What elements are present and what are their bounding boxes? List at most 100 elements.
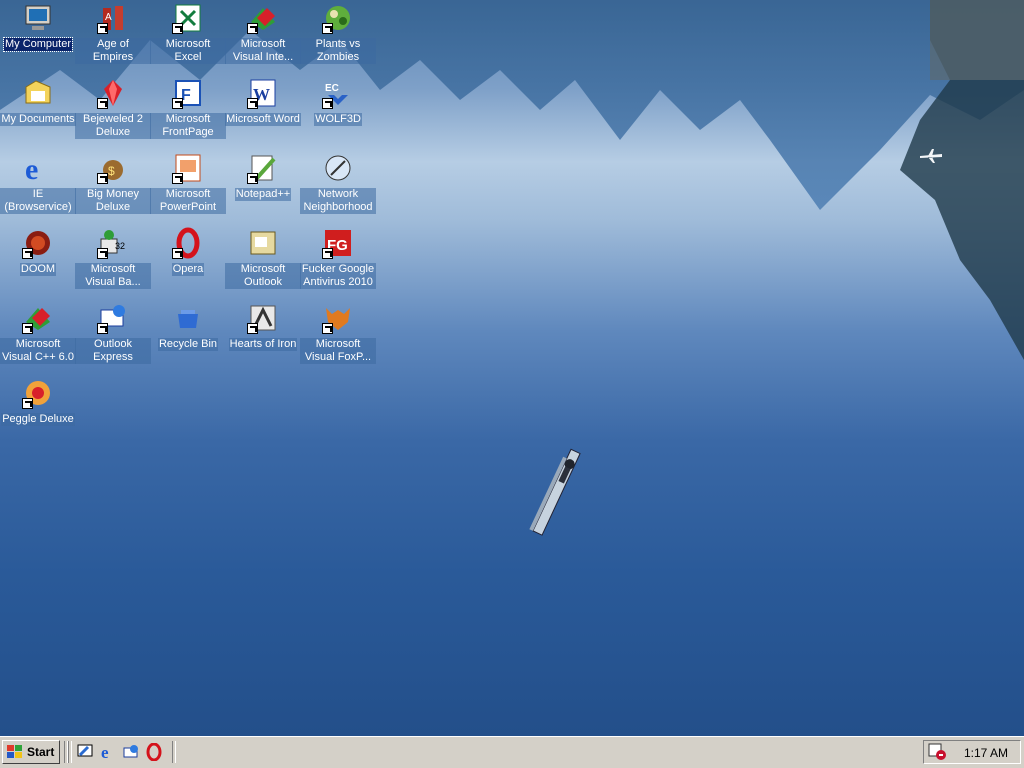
desktop-icon-label: Opera — [171, 263, 205, 276]
svg-text:EC: EC — [325, 83, 339, 94]
outlook-express-icon[interactable] — [122, 743, 140, 761]
svg-text:A: A — [105, 12, 112, 23]
internet-explorer-icon: e — [22, 152, 54, 184]
desktop-icon-age-of-empires[interactable]: A Age of Empires — [75, 2, 151, 65]
desktop[interactable]: My Computer A Age of Empires Microsoft Exce… — [0, 0, 1024, 736]
shortcut-arrow-icon — [322, 23, 333, 34]
opera-icon[interactable] — [145, 743, 163, 761]
word-icon: W — [247, 77, 279, 109]
desktop-icon-label: Microsoft Outlook — [225, 263, 301, 289]
desktop-icon-label: Peggle Deluxe — [1, 413, 75, 426]
peggle-icon — [22, 377, 54, 409]
desktop-icon-visual-interdev[interactable]: Microsoft Visual Inte... — [225, 2, 301, 65]
desktop-icon-visual-basic[interactable]: 32 Microsoft Visual Ba... — [75, 227, 151, 290]
desktop-icon-outlook-express[interactable]: Outlook Express — [75, 302, 151, 365]
taskbar-separator — [68, 741, 72, 763]
desktop-icon-visual-cpp[interactable]: Microsoft Visual C++ 6.0 — [0, 302, 76, 365]
desktop-icon-doom[interactable]: DOOM — [0, 227, 76, 277]
visual-basic-icon: 32 — [97, 227, 129, 259]
desktop-icon-peggle[interactable]: Peggle Deluxe — [0, 377, 76, 427]
shortcut-arrow-icon — [172, 173, 183, 184]
svg-text:32: 32 — [115, 241, 125, 251]
shortcut-arrow-icon — [22, 248, 33, 259]
desktop-icon-label: Hearts of Iron — [228, 338, 298, 351]
desktop-icon-excel[interactable]: Microsoft Excel — [150, 2, 226, 65]
desktop-icon-opera[interactable]: Opera — [150, 227, 226, 277]
desktop-icon-label: Microsoft Excel — [150, 38, 226, 64]
desktop-icon-big-money[interactable]: $ Big Money Deluxe — [75, 152, 151, 215]
desktop-icon-antivirus[interactable]: FG Fucker Google Antivirus 2010 — [300, 227, 376, 290]
shortcut-arrow-icon — [97, 98, 108, 109]
outlook-icon — [247, 227, 279, 259]
desktop-icon-word[interactable]: W Microsoft Word — [225, 77, 301, 127]
desktop-icon-label: Outlook Express — [75, 338, 151, 364]
shortcut-arrow-icon — [22, 323, 33, 334]
raft-image — [529, 448, 581, 536]
desktop-icon-my-documents[interactable]: My Documents — [0, 77, 76, 127]
network-neighborhood-icon — [322, 152, 354, 184]
desktop-icon-label: Microsoft Visual C++ 6.0 — [0, 338, 76, 364]
desktop-icon-hearts-of-iron[interactable]: Hearts of Iron — [225, 302, 301, 352]
powerpoint-icon — [172, 152, 204, 184]
hearts-of-iron-icon — [247, 302, 279, 334]
windows-logo-icon — [7, 745, 22, 758]
desktop-icon-network-neighborhood[interactable]: Network Neighborhood — [300, 152, 376, 215]
frontpage-icon: F — [172, 77, 204, 109]
svg-text:e: e — [25, 153, 38, 184]
desktop-icon-label: Notepad++ — [234, 188, 292, 201]
shortcut-arrow-icon — [172, 98, 183, 109]
desktop-icon-label: My Computer — [2, 37, 74, 52]
start-button[interactable]: Start — [2, 740, 60, 764]
shortcut-arrow-icon — [247, 98, 258, 109]
desktop-icon-powerpoint[interactable]: Microsoft PowerPoint — [150, 152, 226, 215]
shortcut-arrow-icon — [247, 23, 258, 34]
desktop-icon-recycle-bin[interactable]: Recycle Bin — [150, 302, 226, 352]
desktop-icon-label: Network Neighborhood — [300, 188, 376, 214]
shortcut-arrow-icon — [22, 398, 33, 409]
desktop-icon-plants-vs-zombies[interactable]: Plants vs Zombies — [300, 2, 376, 65]
desktop-icon-label: Microsoft Word — [225, 113, 301, 126]
desktop-icon-label: Microsoft PowerPoint — [150, 188, 226, 214]
desktop-icon-visual-foxpro[interactable]: Microsoft Visual FoxP... — [300, 302, 376, 365]
scheduler-icon[interactable] — [928, 743, 948, 761]
desktop-icon-label: Recycle Bin — [157, 338, 219, 351]
visual-interdev-icon — [247, 2, 279, 34]
clock[interactable]: 1:17 AM — [964, 746, 1008, 760]
shortcut-arrow-icon — [247, 323, 258, 334]
my-computer-icon — [22, 2, 54, 34]
excel-icon — [172, 2, 204, 34]
outlook-express-icon — [97, 302, 129, 334]
shortcut-arrow-icon — [97, 173, 108, 184]
shortcut-arrow-icon — [322, 323, 333, 334]
desktop-icon-label: Microsoft Visual Ba... — [75, 263, 151, 289]
desktop-icon-frontpage[interactable]: F Microsoft FrontPage — [150, 77, 226, 140]
taskbar: Start e 1:17 AM — [0, 736, 1024, 768]
desktop-icon-label: My Documents — [0, 113, 76, 126]
big-money-icon: $ — [97, 152, 129, 184]
recycle-bin-icon — [172, 302, 204, 334]
desktop-icon-bejeweled[interactable]: Bejeweled 2 Deluxe — [75, 77, 151, 140]
desktop-icon-label: DOOM — [19, 263, 57, 276]
airplane-icon — [920, 149, 942, 163]
internet-explorer-icon[interactable]: e — [99, 743, 117, 761]
svg-text:e: e — [101, 743, 109, 761]
desktop-icon-label: Plants vs Zombies — [300, 38, 376, 64]
desktop-icon-label: WOLF3D — [314, 113, 362, 126]
desktop-icon-label: Big Money Deluxe — [75, 188, 151, 214]
desktop-icon-label: Microsoft FrontPage — [150, 113, 226, 139]
shortcut-arrow-icon — [247, 173, 258, 184]
show-desktop-icon[interactable] — [76, 743, 94, 761]
desktop-icon-my-computer[interactable]: My Computer — [0, 2, 76, 52]
desktop-icon-notepad-plus-plus[interactable]: Notepad++ — [225, 152, 301, 202]
desktop-icon-label: Microsoft Visual FoxP... — [300, 338, 376, 364]
desktop-icon-label: Fucker Google Antivirus 2010 — [300, 263, 376, 289]
desktop-icon-wolf3d[interactable]: EC WOLF3D — [300, 77, 376, 127]
notepad-plus-plus-icon — [247, 152, 279, 184]
desktop-icon-outlook[interactable]: Microsoft Outlook — [225, 227, 301, 290]
wolf3d-icon: EC — [322, 77, 354, 109]
desktop-icon-internet-explorer[interactable]: e IE (Browservice) — [0, 152, 76, 215]
desktop-icon-label: Microsoft Visual Inte... — [225, 38, 301, 64]
taskbar-separator — [172, 741, 176, 763]
shortcut-arrow-icon — [172, 23, 183, 34]
desktop-icon-label: Age of Empires — [75, 38, 151, 64]
